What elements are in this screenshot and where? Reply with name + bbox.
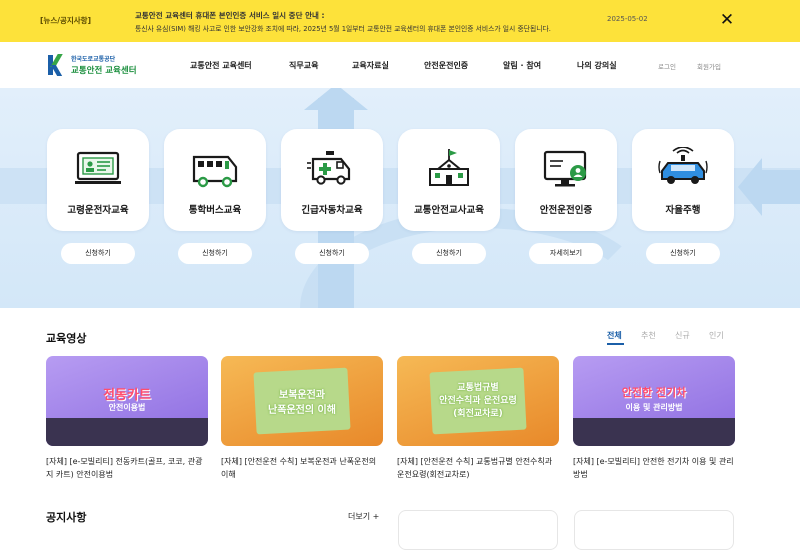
- video-thumbnail[interactable]: 보복운전과 난폭운전의 이해: [221, 356, 383, 446]
- login-link[interactable]: 로그인: [658, 61, 676, 71]
- nav-item-safe-driving-cert[interactable]: 안전운전인증: [424, 60, 468, 71]
- logo-org: 한국도로교통공단: [71, 56, 116, 63]
- apply-button-ambulance[interactable]: 신청하기: [295, 243, 369, 264]
- logo-center: 교통안전 교육센터: [71, 66, 137, 76]
- detail-button-safe-driving[interactable]: 자세히보기: [529, 243, 603, 264]
- service-card-traffic-teacher[interactable]: 교통안전교사교육: [398, 129, 500, 231]
- tab-all[interactable]: 전체: [607, 330, 622, 341]
- service-label: 고령운전자교육: [67, 205, 129, 216]
- notice-date: 2025-05-02: [607, 15, 648, 23]
- tab-new[interactable]: 신규: [675, 330, 690, 341]
- section-title-notices: 공지사항: [46, 511, 87, 524]
- video-thumbnail[interactable]: 안전한 전기차 이용 및 관리방법: [573, 356, 735, 446]
- apply-button-elderly[interactable]: 신청하기: [61, 243, 135, 264]
- school-building-icon: [429, 149, 469, 186]
- notice-card[interactable]: [398, 510, 558, 550]
- nav-item-materials[interactable]: 교육자료실: [352, 60, 389, 71]
- site-header: 한국도로교통공단 교통안전 교육센터 교통안전 교육센터 직무교육 교육자료실 …: [0, 42, 800, 88]
- video-caption[interactable]: [자체] [안전운전 수칙] 보복운전과 난폭운전의 이해: [221, 455, 383, 481]
- tab-recommended[interactable]: 추천: [641, 330, 656, 341]
- notice-card[interactable]: [574, 510, 734, 550]
- more-link[interactable]: 더보기 +: [348, 511, 379, 522]
- service-label: 자율주행: [665, 205, 701, 216]
- apply-button-autonomous[interactable]: 신청하기: [646, 243, 720, 264]
- notice-body[interactable]: 통신사 유심(SIM) 해킹 사고로 인한 보안강화 조치에 따라, 2025년…: [135, 23, 580, 33]
- service-card-ambulance[interactable]: 긴급자동차교육: [281, 129, 383, 231]
- tab-popular[interactable]: 인기: [709, 330, 724, 341]
- notice-tag: [뉴스/공지사항]: [40, 16, 91, 25]
- autonomous-car-icon: [658, 147, 708, 184]
- nav-item-center[interactable]: 교통안전 교육센터: [190, 60, 252, 71]
- video-thumbnail[interactable]: 전동카트 안전이용법: [46, 356, 208, 446]
- video-caption[interactable]: [자체] [안전운전 수칙] 교통법규별 안전수칙과 운전요령(회전교차로): [397, 455, 559, 481]
- nav-item-notice-participation[interactable]: 알림 · 참여: [503, 60, 541, 71]
- service-card-safe-driving[interactable]: 안전운전인증: [515, 129, 617, 231]
- video-thumbnail[interactable]: 교통법규별 안전수칙과 운전요령 (회전교차로): [397, 356, 559, 446]
- notice-bar: [뉴스/공지사항] 교통안전 교육센터 휴대폰 본인인증 서비스 일시 중단 안…: [0, 0, 800, 42]
- service-label: 통학버스교육: [188, 205, 242, 216]
- service-card-autonomous[interactable]: 자율주행: [632, 129, 734, 231]
- service-label: 안전운전인증: [539, 205, 593, 216]
- school-bus-icon: [192, 155, 238, 188]
- ambulance-icon: [307, 151, 351, 185]
- video-caption[interactable]: [자체] [e-모빌리티] 안전한 전기차 이용 및 관리방법: [573, 455, 735, 481]
- signup-link[interactable]: 회원가입: [697, 61, 721, 71]
- video-caption[interactable]: [자체] [e-모빌리티] 전동카트(골프, 코코, 관광지 카트) 안전이용법: [46, 455, 208, 481]
- service-label: 긴급자동차교육: [301, 205, 363, 216]
- nav-item-my-classroom[interactable]: 나의 강의실: [577, 60, 617, 71]
- nav-item-job-training[interactable]: 직무교육: [289, 60, 318, 71]
- service-card-elderly[interactable]: 고령운전자교육: [47, 129, 149, 231]
- section-title-videos: 교육영상: [46, 332, 87, 345]
- certified-monitor-icon: [543, 150, 587, 187]
- logo-mark-icon: [46, 53, 68, 77]
- close-icon[interactable]: ✕: [716, 9, 738, 31]
- notice-headline[interactable]: 교통안전 교육센터 휴대폰 본인인증 서비스 일시 중단 안내 :: [135, 10, 325, 21]
- apply-button-school-bus[interactable]: 신청하기: [178, 243, 252, 264]
- service-label: 교통안전교사교육: [414, 205, 484, 216]
- service-card-school-bus[interactable]: 통학버스교육: [164, 129, 266, 231]
- apply-button-traffic-teacher[interactable]: 신청하기: [412, 243, 486, 264]
- elderly-driver-monitor-icon: [75, 151, 121, 184]
- site-logo[interactable]: 한국도로교통공단 교통안전 교육센터: [46, 51, 137, 79]
